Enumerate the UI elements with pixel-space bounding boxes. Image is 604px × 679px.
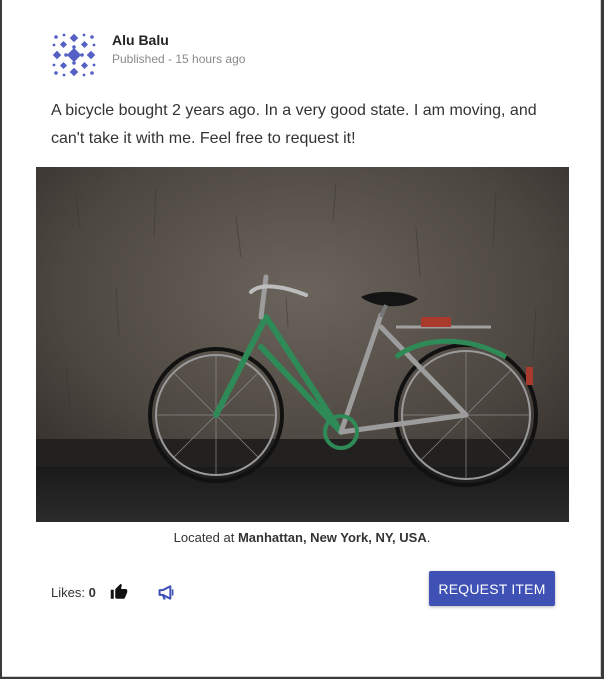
likes-label: Likes: <box>51 585 89 600</box>
likes-counter: Likes: 0 <box>51 585 96 600</box>
avatar[interactable] <box>52 33 96 77</box>
post-card: Alu Balu Published - 15 hours ago A bicy… <box>2 0 601 677</box>
post-description: A bicycle bought 2 years ago. In a very … <box>51 102 537 147</box>
likes-count: 0 <box>88 585 96 600</box>
thumbs-up-glyph <box>110 583 128 599</box>
item-photo[interactable] <box>36 167 569 522</box>
author-name[interactable]: Alu Balu <box>112 32 169 48</box>
location-text: Located at Manhattan, New York, NY, USA. <box>2 530 602 545</box>
request-item-button[interactable]: REQUEST ITEM <box>429 571 555 606</box>
location-prefix: Located at <box>173 530 238 545</box>
published-time: Published - 15 hours ago <box>112 52 246 66</box>
megaphone-icon[interactable] <box>157 584 176 601</box>
megaphone-glyph <box>158 585 174 600</box>
thumbs-up-icon[interactable] <box>110 583 128 601</box>
location-suffix: . <box>426 530 431 545</box>
location-place: Manhattan, New York, NY, USA <box>237 530 427 545</box>
bicycle-photo <box>36 167 569 522</box>
avatar-pattern-icon <box>52 33 96 77</box>
